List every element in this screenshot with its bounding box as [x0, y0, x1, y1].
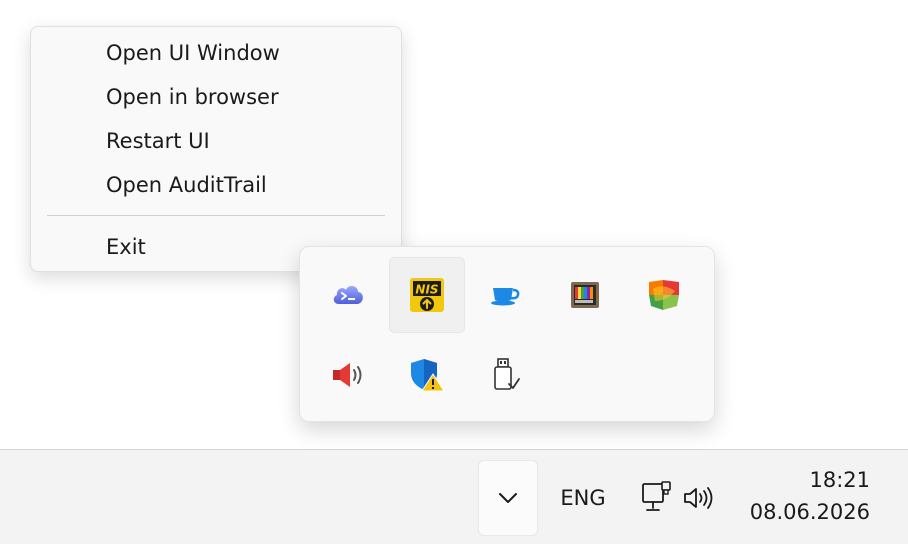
tray-overflow-flyout: NIS — [299, 246, 715, 422]
show-hidden-icons-button[interactable] — [478, 460, 538, 536]
network-ethernet-icon — [642, 481, 671, 511]
context-menu: Open UI Window Open in browser Restart U… — [30, 26, 402, 272]
colorful-shield-icon[interactable] — [626, 257, 702, 333]
menu-item-open-ui-window[interactable]: Open UI Window — [35, 33, 397, 73]
speaker-icon[interactable] — [310, 337, 386, 413]
usb-safely-remove-icon[interactable] — [468, 337, 544, 413]
taskbar: ENG 18:21 08.06.2026 — [0, 449, 908, 544]
language-indicator[interactable]: ENG — [552, 478, 614, 518]
nis-update-icon[interactable]: NIS — [389, 257, 465, 333]
menu-item-open-in-browser[interactable]: Open in browser — [35, 77, 397, 117]
terminal-cloud-icon[interactable] — [310, 257, 386, 333]
menu-item-open-audittrail[interactable]: Open AuditTrail — [35, 165, 397, 205]
clock-date: 08.06.2026 — [749, 500, 870, 524]
clock-time: 18:21 — [809, 468, 870, 492]
nis-label: NIS — [415, 283, 438, 297]
menu-separator — [47, 215, 385, 216]
volume-icon — [684, 487, 713, 509]
clock[interactable]: 18:21 08.06.2026 — [740, 464, 876, 534]
security-warning-shield-icon[interactable] — [389, 337, 465, 413]
quick-settings-button[interactable] — [634, 468, 734, 528]
coffee-cup-icon[interactable] — [468, 257, 544, 333]
desktop: Open UI Window Open in browser Restart U… — [0, 0, 908, 544]
chevron-down-icon — [499, 493, 517, 503]
menu-item-restart-ui[interactable]: Restart UI — [35, 121, 397, 161]
color-bars-monitor-icon[interactable] — [547, 257, 623, 333]
